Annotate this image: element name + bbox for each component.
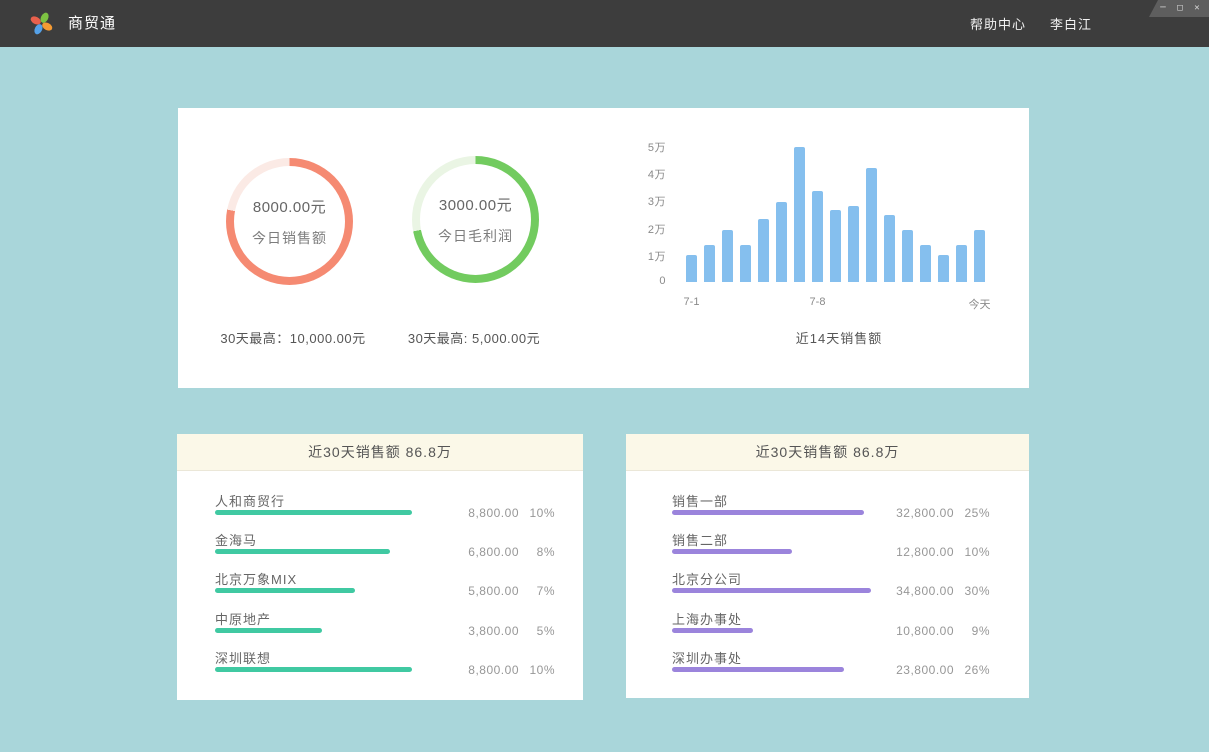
ranking-amount: 34,800.00	[880, 584, 954, 598]
ranking-amount: 10,800.00	[880, 624, 954, 638]
sales-14day-bar-chart: 近14天销售额 5万 4万 3万 2万 1万 0 7-1 7-8 今天	[178, 108, 1029, 388]
username-menu[interactable]: 李白江	[1050, 14, 1092, 33]
x-axis-tick-label: 7-8	[798, 296, 838, 308]
ranking-percent: 9%	[954, 624, 990, 638]
maximize-icon[interactable]: □	[1175, 4, 1185, 13]
daily-sales-bar	[920, 245, 931, 282]
ranking-bar	[215, 549, 390, 554]
ranking-bar	[672, 628, 753, 633]
ranking-amount: 23,800.00	[880, 663, 954, 677]
ranking-row: 北京万象MIX5,800.007%	[215, 569, 555, 605]
help-center-link[interactable]: 帮助中心	[970, 14, 1026, 33]
ranking-percent: 26%	[954, 663, 990, 677]
ranking-value: 34,800.0030%	[880, 584, 990, 598]
ranking-percent: 8%	[519, 545, 555, 559]
ranking-row: 深圳联想8,800.0010%	[215, 648, 555, 684]
minimize-icon[interactable]: ─	[1158, 4, 1168, 13]
daily-sales-bar	[956, 245, 967, 282]
daily-sales-bar	[974, 230, 985, 282]
daily-sales-bar	[740, 245, 751, 282]
ranking-amount: 5,800.00	[445, 584, 519, 598]
ranking-row: 人和商贸行8,800.0010%	[215, 491, 555, 527]
daily-sales-bar	[812, 191, 823, 282]
ranking-percent: 25%	[954, 506, 990, 520]
daily-sales-bar	[686, 255, 697, 282]
ranking-amount: 6,800.00	[445, 545, 519, 559]
ranking-amount: 32,800.00	[880, 506, 954, 520]
ranking-amount: 3,800.00	[445, 624, 519, 638]
ranking-row: 销售一部32,800.0025%	[672, 491, 990, 527]
ranking-row: 深圳办事处23,800.0026%	[672, 648, 990, 684]
department-ranking-header: 近30天销售额 86.8万	[626, 434, 1029, 471]
daily-sales-bar	[884, 215, 895, 282]
window-controls: ─ □ ✕	[1149, 0, 1209, 17]
ranking-row: 销售二部12,800.0010%	[672, 530, 990, 566]
app-title: 商贸通	[68, 0, 116, 47]
ranking-percent: 10%	[519, 506, 555, 520]
daily-sales-bar	[758, 219, 769, 282]
x-axis-tick-label: 7-1	[672, 296, 712, 308]
ranking-row: 金海马6,800.008%	[215, 530, 555, 566]
department-ranking-card: 近30天销售额 86.8万 销售一部32,800.0025%销售二部12,800…	[626, 434, 1029, 698]
ranking-percent: 10%	[954, 545, 990, 559]
y-axis-tick-label: 4万	[626, 166, 666, 182]
ranking-bar	[215, 588, 355, 593]
y-axis-tick-label: 3万	[626, 193, 666, 209]
ranking-bar	[215, 510, 412, 515]
ranking-row: 上海办事处10,800.009%	[672, 609, 990, 645]
daily-sales-bar	[776, 202, 787, 282]
daily-sales-bar	[794, 147, 805, 282]
daily-sales-bar	[866, 168, 877, 282]
close-icon[interactable]: ✕	[1192, 4, 1202, 13]
ranking-percent: 10%	[519, 663, 555, 677]
ranking-amount: 8,800.00	[445, 506, 519, 520]
daily-sales-bar	[848, 206, 859, 282]
ranking-bar	[215, 628, 322, 633]
ranking-amount: 8,800.00	[445, 663, 519, 677]
y-axis-tick-label: 1万	[626, 248, 666, 264]
ranking-bar	[672, 667, 844, 672]
customer-ranking-header: 近30天销售额 86.8万	[177, 434, 583, 471]
ranking-bar	[215, 667, 412, 672]
ranking-bar	[672, 549, 792, 554]
ranking-value: 5,800.007%	[445, 584, 555, 598]
ranking-row: 中原地产3,800.005%	[215, 609, 555, 645]
ranking-bar	[672, 588, 871, 593]
ranking-value: 23,800.0026%	[880, 663, 990, 677]
y-axis-tick-label: 2万	[626, 221, 666, 237]
ranking-value: 10,800.009%	[880, 624, 990, 638]
y-axis-tick-label: 5万	[626, 139, 666, 155]
y-axis-tick-label: 0	[626, 275, 666, 287]
titlebar: 商贸通 帮助中心 李白江 ─ □ ✕	[0, 0, 1209, 47]
ranking-value: 12,800.0010%	[880, 545, 990, 559]
overview-card: 8000.00元 今日销售额 30天最高：10,000.00元 3000.00元…	[178, 108, 1029, 388]
titlebar-links: 帮助中心 李白江	[970, 0, 1092, 47]
ranking-value: 32,800.0025%	[880, 506, 990, 520]
x-axis-tick-label: 今天	[960, 296, 1000, 312]
ranking-percent: 30%	[954, 584, 990, 598]
app-logo-pinwheel-icon	[28, 10, 55, 37]
daily-sales-bar	[902, 230, 913, 282]
ranking-percent: 7%	[519, 584, 555, 598]
daily-sales-bar	[938, 255, 949, 282]
ranking-bar	[672, 510, 864, 515]
ranking-value: 3,800.005%	[445, 624, 555, 638]
daily-sales-bar	[830, 210, 841, 282]
ranking-amount: 12,800.00	[880, 545, 954, 559]
sales-14day-chart-title: 近14天销售额	[686, 328, 992, 347]
daily-sales-bar	[722, 230, 733, 282]
ranking-value: 8,800.0010%	[445, 663, 555, 677]
customer-ranking-card: 近30天销售额 86.8万 人和商贸行8,800.0010%金海马6,800.0…	[177, 434, 583, 700]
ranking-row: 北京分公司34,800.0030%	[672, 569, 990, 605]
ranking-value: 6,800.008%	[445, 545, 555, 559]
ranking-percent: 5%	[519, 624, 555, 638]
ranking-value: 8,800.0010%	[445, 506, 555, 520]
daily-sales-bar	[704, 245, 715, 282]
